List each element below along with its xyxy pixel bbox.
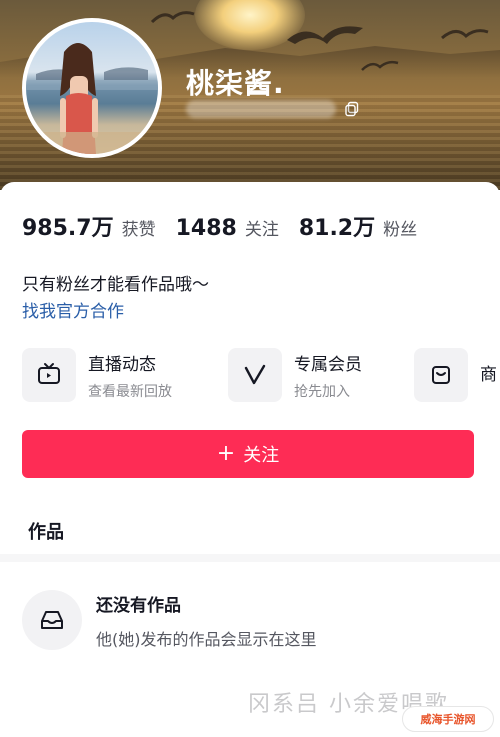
bird-icon (441, 29, 489, 40)
section-divider (0, 554, 500, 562)
card-title: 商 (480, 364, 497, 385)
tv-icon (22, 348, 76, 402)
uid-row (186, 100, 360, 118)
plus-icon: + (216, 441, 236, 466)
card-title: 直播动态 (88, 354, 156, 375)
stat-following[interactable]: 1488 关注 (176, 215, 279, 241)
card-title: 专属会员 (294, 354, 362, 375)
stat-label: 关注 (244, 220, 279, 240)
avatar[interactable] (22, 18, 162, 158)
empty-state: 还没有作品 他(她)发布的作品会显示在这里 (22, 590, 317, 650)
stat-value: 985.7万 (22, 216, 114, 241)
copy-icon[interactable] (344, 101, 360, 117)
feature-cards: 直播动态 查看最新回放 专属会员 抢先加入 商 (22, 347, 500, 403)
v-icon (228, 348, 282, 402)
stat-value: 81.2万 (298, 216, 376, 241)
bird-icon (150, 11, 195, 24)
profile-panel: 985.7万 获赞 1488 关注 81.2万 粉丝 只有粉丝才能看作品哦～ 找… (0, 182, 500, 737)
card-membership[interactable]: 专属会员 抢先加入 (228, 347, 362, 403)
tab-works[interactable]: 作品 (28, 518, 64, 544)
stat-label: 获赞 (121, 220, 156, 240)
bag-icon (414, 348, 468, 402)
card-live[interactable]: 直播动态 查看最新回放 (22, 347, 172, 403)
follow-label: 关注 (243, 445, 280, 466)
bio-text: 只有粉丝才能看作品哦～ (22, 275, 209, 295)
card-shop[interactable]: 商 (414, 347, 497, 403)
stats-row: 985.7万 获赞 1488 关注 81.2万 粉丝 (22, 210, 437, 242)
nickname: 桃柒酱. (186, 67, 285, 100)
empty-subtitle: 他(她)发布的作品会显示在这里 (96, 629, 317, 649)
empty-title: 还没有作品 (96, 595, 181, 616)
stat-likes[interactable]: 985.7万 获赞 (22, 210, 156, 242)
site-badge: 威海手游网 (402, 706, 494, 732)
bird-icon (287, 26, 363, 44)
avatar-photo (26, 43, 158, 154)
business-link[interactable]: 找我官方合作 (22, 297, 124, 322)
follow-button[interactable]: + 关注 (22, 430, 474, 478)
card-subtitle: 查看最新回放 (88, 383, 172, 400)
bird-icon (361, 60, 399, 71)
stat-label: 粉丝 (383, 220, 418, 240)
stat-followers[interactable]: 81.2万 粉丝 (299, 210, 417, 242)
inbox-icon (22, 590, 82, 650)
uid-redacted (186, 100, 336, 118)
stat-value: 1488 (175, 216, 237, 241)
card-subtitle: 抢先加入 (294, 383, 350, 400)
